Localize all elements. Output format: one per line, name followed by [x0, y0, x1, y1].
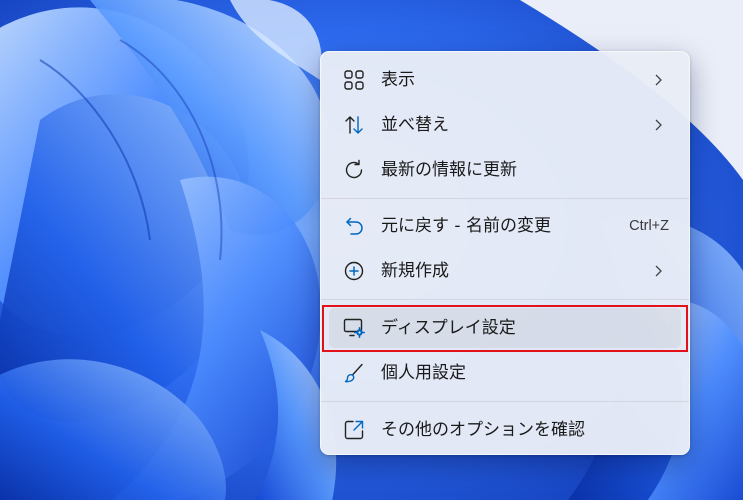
sort-arrows-icon [342, 113, 366, 137]
menu-item-label: 個人用設定 [381, 363, 466, 383]
menu-item-label: 最新の情報に更新 [381, 160, 517, 180]
menu-item-view[interactable]: 表示 [329, 60, 681, 100]
menu-separator [321, 401, 689, 402]
menu-item-label: ディスプレイ設定 [381, 318, 516, 338]
undo-icon [342, 214, 366, 238]
menu-item-display-settings[interactable]: ディスプレイ設定 [329, 308, 681, 348]
menu-item-new[interactable]: 新規作成 [329, 251, 681, 291]
new-plus-icon [342, 259, 366, 283]
menu-item-label: 元に戻す - 名前の変更 [381, 216, 551, 236]
menu-item-undo-rename[interactable]: 元に戻す - 名前の変更 Ctrl+Z [329, 206, 681, 246]
menu-item-personalize[interactable]: 個人用設定 [329, 353, 681, 393]
menu-item-label: 新規作成 [381, 261, 449, 281]
menu-separator [321, 198, 689, 199]
brush-icon [342, 361, 366, 385]
menu-item-sort-by[interactable]: 並べ替え [329, 105, 681, 145]
refresh-icon [342, 158, 366, 182]
menu-separator [321, 299, 689, 300]
menu-item-label: 表示 [381, 70, 415, 90]
show-more-options-icon [342, 418, 366, 442]
desktop-context-menu: 表示 並べ替え 最新の情報に更新 元に戻す - 名前の変更 Ctrl+Z 新規作… [320, 51, 690, 455]
display-settings-icon [342, 316, 366, 340]
grid-view-icon [342, 68, 366, 92]
shortcut-hint: Ctrl+Z [629, 218, 669, 234]
chevron-right-icon [651, 73, 665, 87]
menu-item-label: 並べ替え [381, 115, 449, 135]
menu-item-label: その他のオプションを確認 [381, 420, 585, 440]
chevron-right-icon [651, 264, 665, 278]
menu-item-show-more-options[interactable]: その他のオプションを確認 [329, 410, 681, 450]
chevron-right-icon [651, 118, 665, 132]
menu-item-refresh[interactable]: 最新の情報に更新 [329, 150, 681, 190]
